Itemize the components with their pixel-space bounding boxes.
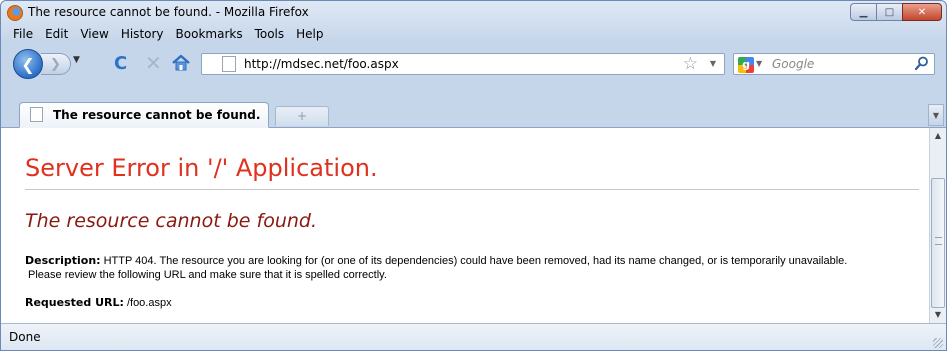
status-bar: Done — [1, 323, 946, 350]
menu-tools[interactable]: Tools — [249, 25, 291, 45]
requested-url-label: Requested URL: — [25, 296, 124, 309]
back-button[interactable]: ❮ — [13, 49, 43, 79]
scroll-thumb-grip — [935, 237, 942, 245]
scroll-down-button[interactable]: ▼ — [930, 307, 946, 323]
navigation-toolbar: ❯ ❮ ▼ C ✕ http://mdsec.net/foo.aspx ☆ ▼ … — [1, 45, 946, 81]
requested-url: Requested URL: /foo.aspx — [25, 296, 172, 309]
home-icon — [172, 54, 190, 71]
stop-button[interactable]: ✕ — [145, 51, 162, 75]
list-all-tabs-button[interactable]: ▼ — [928, 104, 944, 126]
close-button[interactable]: ✕ — [902, 3, 942, 21]
scroll-thumb[interactable] — [931, 178, 945, 308]
new-tab-button[interactable]: + — [275, 106, 329, 126]
requested-url-value: /foo.aspx — [126, 297, 172, 309]
page-icon — [222, 56, 236, 72]
reload-button[interactable]: C — [114, 53, 127, 74]
search-button[interactable] — [914, 55, 930, 71]
tab-active[interactable]: The resource cannot be found. — [19, 102, 269, 128]
url-bar[interactable]: http://mdsec.net/foo.aspx ☆ ▼ — [201, 53, 725, 75]
window-title: The resource cannot be found. - Mozilla … — [28, 5, 309, 19]
menu-file[interactable]: File — [7, 25, 39, 45]
resize-grip[interactable] — [933, 338, 943, 348]
window-controls: ▁ □ ✕ — [850, 3, 942, 21]
menu-history[interactable]: History — [115, 25, 170, 45]
menu-help[interactable]: Help — [290, 25, 329, 45]
divider — [25, 189, 919, 190]
search-bar[interactable]: g ▼ Google — [733, 53, 935, 75]
bookmark-star-icon[interactable]: ☆ — [683, 54, 698, 74]
description-text-line2: Please review the following URL and make… — [28, 269, 387, 281]
browser-window: The resource cannot be found. - Mozilla … — [0, 0, 947, 351]
history-dropdown-icon[interactable]: ▼ — [73, 55, 80, 65]
url-text[interactable]: http://mdsec.net/foo.aspx — [244, 57, 399, 71]
page-content: Server Error in '/' Application. The res… — [1, 128, 929, 323]
description-text: HTTP 404. The resource you are looking f… — [103, 255, 848, 267]
tab-label: The resource cannot be found. — [53, 108, 261, 122]
status-text: Done — [9, 330, 41, 344]
search-input[interactable]: Google — [772, 57, 814, 71]
magnifier-icon — [914, 56, 928, 71]
menu-bookmarks[interactable]: Bookmarks — [170, 25, 249, 45]
scroll-up-button[interactable]: ▲ — [930, 128, 946, 144]
vertical-scrollbar[interactable]: ▲ ▼ — [929, 128, 946, 323]
description-label: Description: — [25, 254, 101, 267]
firefox-logo-icon — [7, 5, 23, 21]
page-title: Server Error in '/' Application. — [25, 154, 378, 182]
minimize-button[interactable]: ▁ — [850, 3, 876, 21]
tab-page-icon — [30, 107, 43, 122]
search-engine-dropdown-icon[interactable]: ▼ — [756, 59, 762, 68]
google-engine-icon[interactable]: g — [738, 57, 754, 73]
home-button[interactable] — [171, 53, 191, 73]
url-dropdown-icon[interactable]: ▼ — [710, 59, 716, 68]
title-bar: The resource cannot be found. - Mozilla … — [1, 1, 946, 25]
maximize-button[interactable]: □ — [876, 3, 902, 21]
menu-bar: File Edit View History Bookmarks Tools H… — [1, 25, 946, 45]
description: Description: HTTP 404. The resource you … — [25, 254, 847, 267]
tab-strip: The resource cannot be found. + ▼ — [1, 100, 946, 128]
forward-button[interactable]: ❯ — [41, 53, 71, 75]
menu-edit[interactable]: Edit — [39, 25, 74, 45]
menu-view[interactable]: View — [74, 25, 114, 45]
error-subtitle: The resource cannot be found. — [25, 210, 318, 232]
